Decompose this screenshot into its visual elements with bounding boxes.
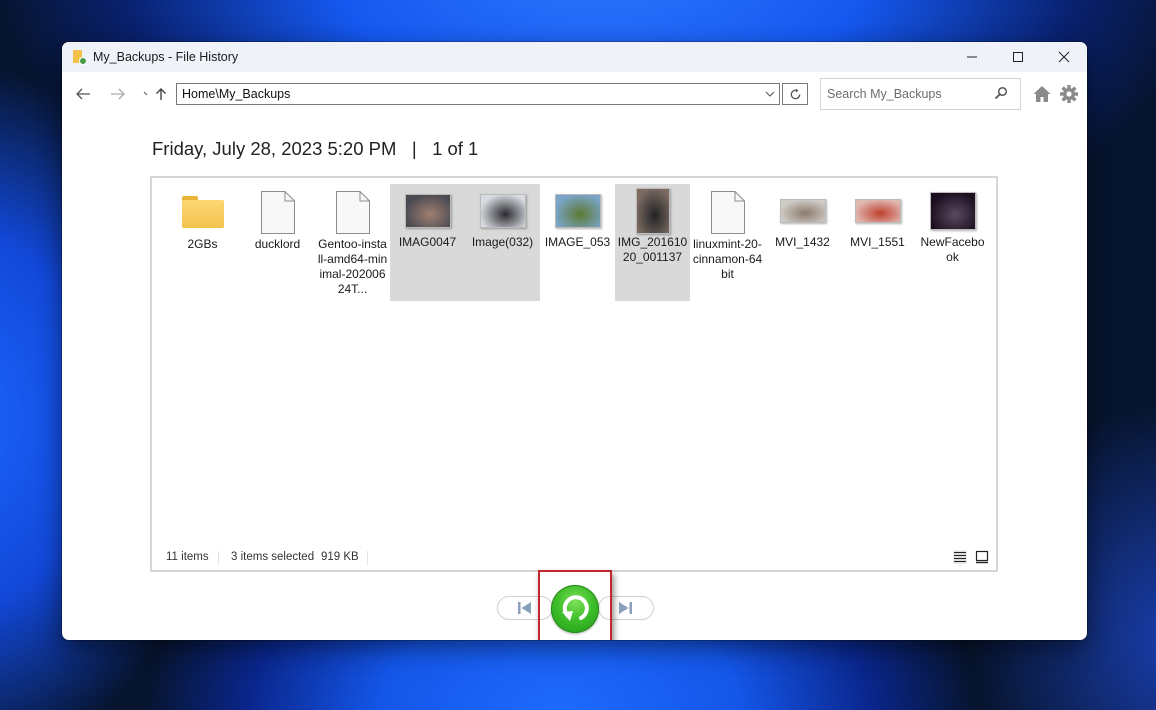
image-thumbnail: [635, 188, 670, 234]
arrow-left-icon: [76, 88, 90, 100]
selection-count: 3 items selected: [231, 551, 315, 563]
search-icon[interactable]: [994, 86, 1008, 100]
address-dropdown-button[interactable]: [765, 85, 775, 106]
large-icons-view-icon[interactable]: [975, 550, 989, 564]
refresh-icon: [790, 87, 800, 99]
file-name: MVI_1551: [850, 235, 905, 249]
file-item[interactable]: Image(032): [465, 184, 540, 301]
file-name: 2GBs: [187, 237, 218, 251]
chevron-down-icon: [143, 91, 148, 96]
restore-button[interactable]: [551, 585, 599, 633]
item-count: 11 items: [166, 551, 209, 563]
image-thumbnail: [404, 194, 451, 228]
file-name: IMG_20161020_001137: [617, 235, 688, 264]
address-bar[interactable]: Home\My_Backups: [176, 83, 780, 105]
file-history-app-icon: [72, 49, 88, 65]
status-bar: 11 items 3 items selected 919 KB: [152, 546, 996, 570]
selection-size: 919 KB: [321, 551, 359, 563]
recent-locations-button[interactable]: [140, 72, 152, 116]
chevron-down-icon: [765, 91, 775, 97]
maximize-button[interactable]: [995, 42, 1041, 72]
file-item[interactable]: IMG_20161020_001137: [615, 184, 690, 301]
file-grid: 2GBs ducklord Gentoo-install-amd64-minimal…: [165, 184, 990, 301]
file-name: linuxmint-20-cinnamon-64bit: [692, 237, 763, 281]
search-input[interactable]: Search My_Backups: [820, 78, 1021, 110]
file-name: Gentoo-install-amd64-minimal-20200624T..…: [317, 237, 388, 296]
backup-date: Friday, July 28, 2023 5:20 PM: [152, 138, 397, 159]
close-button[interactable]: [1041, 42, 1087, 72]
file-item[interactable]: IMAG0047: [390, 184, 465, 301]
arrow-up-icon: [156, 88, 166, 100]
backup-heading: Friday, July 28, 2023 5:20 PM | 1 of 1: [152, 138, 478, 160]
image-thumbnail: [479, 194, 526, 228]
file-item[interactable]: Gentoo-install-amd64-minimal-20200624T..…: [315, 184, 390, 301]
video-thumbnail: [779, 199, 826, 223]
close-icon: [1058, 51, 1070, 63]
status-divider: [367, 551, 368, 565]
address-text: Home\My_Backups: [182, 87, 291, 101]
file-history-window: My_Backups - File History Home\My_Backup…: [62, 42, 1087, 640]
home-icon[interactable]: [1032, 84, 1052, 104]
file-list-pane: 2GBs ducklord Gentoo-install-amd64-minimal…: [150, 176, 998, 572]
arrow-right-icon: [111, 88, 125, 100]
file-name: NewFacebook: [920, 235, 985, 264]
image-thumbnail: [929, 192, 976, 230]
video-thumbnail: [854, 199, 901, 223]
search-placeholder: Search My_Backups: [827, 87, 942, 101]
image-thumbnail: [554, 194, 601, 228]
file-name: IMAGE_053: [544, 235, 611, 249]
back-button[interactable]: [70, 72, 96, 116]
file-name: Image(032): [471, 235, 534, 249]
maximize-icon: [1013, 52, 1023, 62]
minimize-button[interactable]: [949, 42, 995, 72]
up-button[interactable]: [152, 72, 170, 116]
status-divider: [218, 551, 219, 565]
minimize-icon: [967, 56, 977, 58]
file-item[interactable]: 2GBs: [165, 184, 240, 301]
file-item[interactable]: linuxmint-20-cinnamon-64bit: [690, 184, 765, 301]
file-name: MVI_1432: [775, 235, 830, 249]
file-item[interactable]: NewFacebook: [915, 184, 990, 301]
file-name: ducklord: [254, 237, 301, 251]
document-icon: [335, 190, 370, 234]
heading-separator: |: [411, 138, 417, 159]
document-icon: [260, 190, 295, 234]
document-icon: [710, 190, 745, 234]
window-title: My_Backups - File History: [93, 50, 239, 64]
backup-page-indicator: 1 of 1: [432, 138, 479, 159]
file-item[interactable]: ducklord: [240, 184, 315, 301]
file-name: IMAG0047: [398, 235, 457, 249]
refresh-button[interactable]: [782, 83, 808, 105]
file-item[interactable]: MVI_1551: [840, 184, 915, 301]
folder-icon: [181, 196, 224, 228]
file-item[interactable]: MVI_1432: [765, 184, 840, 301]
restore-icon: [562, 595, 589, 621]
forward-button[interactable]: [105, 72, 131, 116]
file-item[interactable]: IMAGE_053: [540, 184, 615, 301]
details-view-icon[interactable]: [953, 550, 967, 564]
gear-icon[interactable]: [1059, 84, 1079, 104]
title-bar: My_Backups - File History: [62, 42, 1087, 72]
